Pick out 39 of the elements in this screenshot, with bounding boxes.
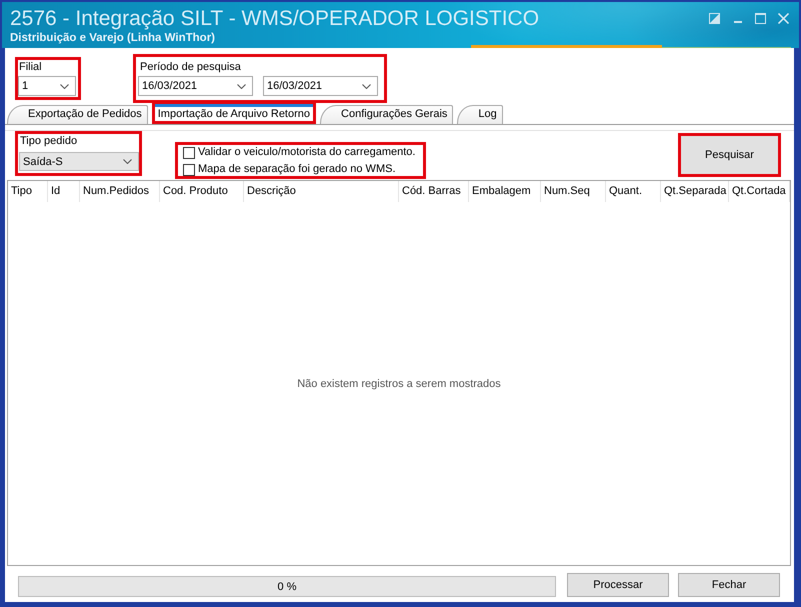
checkbox[interactable] <box>183 146 195 158</box>
chevron-down-icon[interactable] <box>123 159 132 164</box>
empty-table-message: Não existem registros a serem mostrados <box>297 378 501 390</box>
window-subtitle: Distribuição e Varejo (Linha WinThor) <box>10 32 216 45</box>
checkbox[interactable] <box>183 164 195 176</box>
column-header[interactable]: Id <box>48 181 80 202</box>
column-header[interactable]: Quant. <box>606 181 661 202</box>
column-header[interactable]: Tipo <box>8 181 48 202</box>
action-button[interactable]: Fechar <box>678 573 780 597</box>
column-header[interactable]: Cód. Barras <box>399 181 469 202</box>
order-type-dropdown[interactable]: Saída-S <box>19 152 139 171</box>
column-header[interactable]: Qt.Separada <box>661 181 729 202</box>
tab[interactable]: Configurações Gerais <box>320 105 454 124</box>
column-header[interactable]: Descrição <box>244 181 399 202</box>
chevron-down-icon[interactable] <box>237 84 246 88</box>
action-button[interactable]: Processar <box>567 573 669 597</box>
window-title: 2576 - Integração SILT - WMS/OPERADOR LOGISTICO <box>10 6 540 32</box>
branch-dropdown[interactable]: 1 <box>18 76 76 96</box>
column-header[interactable]: Qt.Cortada <box>729 181 790 202</box>
field-label: Filial <box>18 60 42 75</box>
tab[interactable]: Importação de Arquivo Retorno <box>152 101 316 124</box>
column-header[interactable]: Cod. Produto <box>160 181 244 202</box>
field-label: Tipo pedido <box>19 134 78 149</box>
close-icon[interactable] <box>778 13 789 24</box>
maximize-icon[interactable] <box>755 13 766 24</box>
field-label: Período de pesquisa <box>139 60 241 75</box>
chevron-down-icon[interactable] <box>60 84 69 88</box>
column-header[interactable]: Num.Seq <box>541 181 606 202</box>
end-date-picker[interactable]: 16/03/2021 <box>263 76 378 96</box>
column-header[interactable]: Embalagem <box>469 181 541 202</box>
tab[interactable]: Exportação de Pedidos <box>7 105 148 124</box>
progress-reading: 0 % <box>278 580 296 592</box>
start-date-picker[interactable]: 16/03/2021 <box>138 76 253 96</box>
search-button[interactable]: Pesquisar <box>678 133 781 177</box>
chevron-down-icon[interactable] <box>362 84 371 88</box>
tab[interactable]: Log <box>457 105 503 124</box>
column-header[interactable]: Num.Pedidos <box>80 181 160 202</box>
checkbox-label[interactable]: Validar o veiculo/motorista do carregamento. <box>198 146 416 159</box>
checkbox-label[interactable]: Mapa de separação foi gerado no WMS. <box>198 163 396 176</box>
